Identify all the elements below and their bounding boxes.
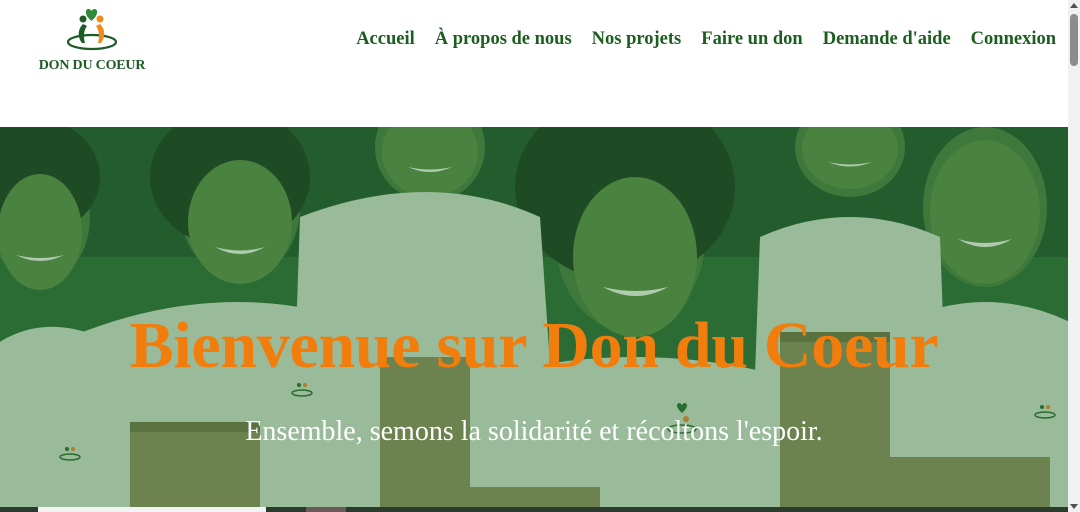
- page-scrollbar[interactable]: [1068, 0, 1080, 512]
- main-nav: Accueil À propos de nous Nos projets Fai…: [356, 29, 1056, 50]
- logo-heart-people-icon: [66, 9, 118, 51]
- nav-item-connexion[interactable]: Connexion: [971, 29, 1056, 50]
- scroll-up-arrow-icon[interactable]: [1070, 3, 1078, 8]
- nav-item-accueil[interactable]: Accueil: [356, 29, 415, 50]
- nav-item-demande-aide[interactable]: Demande d'aide: [823, 29, 951, 50]
- hero-title: Bienvenue sur Don du Coeur: [129, 309, 939, 382]
- logo[interactable]: DON DU COEUR: [30, 6, 154, 73]
- hero-banner: Bienvenue sur Don du Coeur Ensemble, sem…: [0, 127, 1068, 512]
- hero-subtitle: Ensemble, semons la solidarité et récolt…: [245, 416, 823, 447]
- scroll-thumb[interactable]: [1070, 14, 1078, 66]
- site-header: DON DU COEUR Accueil À propos de nous No…: [0, 0, 1068, 127]
- strip-segment-light: [38, 507, 266, 512]
- nav-item-nos-projets[interactable]: Nos projets: [592, 29, 682, 50]
- nav-item-a-propos[interactable]: À propos de nous: [435, 29, 572, 50]
- nav-item-faire-un-don[interactable]: Faire un don: [701, 29, 802, 50]
- strip-segment-dark: [306, 507, 346, 512]
- scroll-down-arrow-icon[interactable]: [1070, 504, 1078, 509]
- logo-text: DON DU COEUR: [38, 58, 146, 73]
- hero-bottom-strip: [0, 507, 1068, 512]
